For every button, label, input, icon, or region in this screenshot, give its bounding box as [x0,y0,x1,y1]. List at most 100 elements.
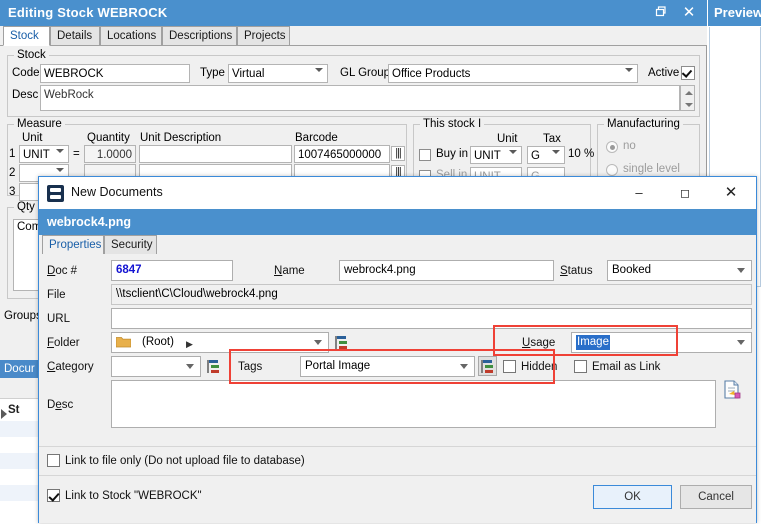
dialog-title: New Documents [71,185,163,199]
url-input[interactable] [111,308,752,329]
close-icon[interactable]: ✕ [674,0,704,26]
chevron-down-icon [737,268,745,273]
type-combo[interactable]: Virtual [228,64,328,83]
gl-group-combo[interactable]: Office Products [388,64,638,83]
barcode-icon[interactable]: ||| [391,146,405,161]
buy-tax-percent: 10 % [568,148,594,160]
link-to-file-only-row: Link to file only (Do not upload file to… [39,447,756,475]
background-window-titlebar: Editing Stock WEBROCK ✕ [0,0,707,26]
chevron-down-icon [625,68,633,72]
tab-properties[interactable]: Properties [42,235,104,255]
chevron-down-icon [460,364,468,369]
link-to-stock-checkbox[interactable] [47,489,60,502]
close-icon[interactable]: ✕ [708,177,754,209]
page-title: Editing Stock WEBROCK [8,5,167,20]
buy-in-checkbox[interactable] [419,149,431,161]
link-to-file-only-checkbox[interactable] [47,454,60,467]
email-as-link-checkbox[interactable] [574,360,587,373]
measure-row-number: 1 [9,148,15,160]
tree-item-label[interactable]: St [8,404,20,416]
dialog-tabstrip: Properties Security [39,235,756,255]
category-label: Category [47,361,94,373]
measure-quantity-input[interactable]: 1.0000 [84,145,136,163]
buy-tax-value: G [531,150,540,162]
active-checkbox[interactable] [681,66,695,80]
name-label: Name [274,265,305,277]
gl-group-combo-value: Office Products [392,68,470,80]
desc-label: Desc [12,89,38,101]
this-stock-unit-header: Unit [497,133,517,145]
expander-triangle-icon[interactable] [1,409,7,419]
gl-group-label: GL Group [340,67,390,79]
doc-number-input[interactable]: 6847 [111,260,233,281]
manufacturing-option-label: single level [623,163,680,175]
manufacturing-option-label: no [623,140,636,152]
usage-combo[interactable]: Image [571,332,752,353]
buy-unit-value: UNIT [474,150,501,162]
desc-input[interactable]: WebRock [40,85,680,111]
status-label: Status [560,265,593,277]
hidden-checkbox[interactable] [503,360,516,373]
category-tree-button[interactable] [204,356,223,376]
manufacturing-groupbox-legend: Manufacturing [604,118,683,130]
measure-unit-combo[interactable]: UNIT [19,145,69,163]
tags-combo[interactable]: Portal Image [300,356,475,377]
stock-groupbox-legend: Stock [14,49,49,61]
chevron-down-icon [737,340,745,345]
minimize-icon[interactable]: – [616,177,662,209]
tab-details[interactable]: Details [50,26,100,45]
tab-locations[interactable]: Locations [100,26,162,45]
measure-row-number: 3 [9,186,15,198]
link-to-stock-label: Link to Stock "WEBROCK" [65,490,202,502]
buy-unit-combo[interactable]: UNIT [470,146,522,164]
usage-label: Usage [522,337,555,349]
link-to-file-only-label: Link to file only (Do not upload file to… [65,455,305,467]
desc-spinner[interactable] [680,85,695,111]
manufacturing-radio-single-level[interactable] [606,164,618,176]
dialog-body: DDoc #oc # 6847 Name webrock4.png Status… [39,254,756,446]
folder-expand-triangle-icon[interactable]: ▶ [186,337,193,352]
tab-projects[interactable]: Projects [237,26,290,45]
email-as-link-label: Email as Link [592,361,660,373]
tab-descriptions[interactable]: Descriptions [162,26,237,45]
measure-barcode-input[interactable]: 1007465000000 [294,145,390,163]
tab-stock[interactable]: Stock [3,26,50,46]
chevron-down-icon [56,168,64,172]
usage-combo-value: Image [576,335,610,350]
measure-unit-description-input[interactable] [139,145,292,163]
url-label: URL [47,313,70,325]
status-combo[interactable]: Booked [607,260,752,281]
maximize-icon[interactable]: ◻ [662,177,708,209]
buy-in-label: Buy in [436,148,468,160]
tab-security[interactable]: Security [104,235,157,254]
dialog-desc-label: Desc [47,399,73,411]
preview-pane-title: Preview [708,0,761,26]
manufacturing-radio-no[interactable] [606,141,618,153]
cancel-button[interactable]: Cancel [680,485,752,509]
ok-button[interactable]: OK [593,485,672,509]
dialog-titlebar: New Documents – ◻ ✕ [39,177,756,209]
dialog-desc-input[interactable] [111,380,716,428]
new-documents-dialog: New Documents – ◻ ✕ webrock4.png Propert… [38,176,757,523]
measure-equals-sign: = [73,148,80,160]
this-stock-tax-header: Tax [543,133,561,145]
folder-tree-button[interactable] [332,332,351,352]
open-document-icon[interactable] [724,380,742,399]
type-combo-value: Virtual [232,68,264,80]
measure-header-unit-description: Unit Description [140,132,221,144]
buy-tax-combo[interactable]: G [527,146,565,164]
restore-icon[interactable] [644,0,674,26]
doc-number-label: DDoc #oc # [47,265,77,277]
measure-groupbox-legend: Measure [14,118,65,130]
file-path-value: \\tsclient\C\Cloud\webrock4.png [111,284,752,305]
hidden-label: Hidden [521,361,557,373]
chevron-down-icon [314,340,322,345]
measure-header-unit: Unit [22,132,42,144]
tags-tree-button[interactable] [478,356,497,376]
folder-label: Folder [47,337,80,349]
code-input[interactable]: WEBROCK [40,64,190,83]
category-combo[interactable] [111,356,201,377]
chevron-down-icon [552,150,560,154]
folder-combo[interactable]: (Root) ▶ [111,332,329,353]
name-input[interactable]: webrock4.png [339,260,554,281]
